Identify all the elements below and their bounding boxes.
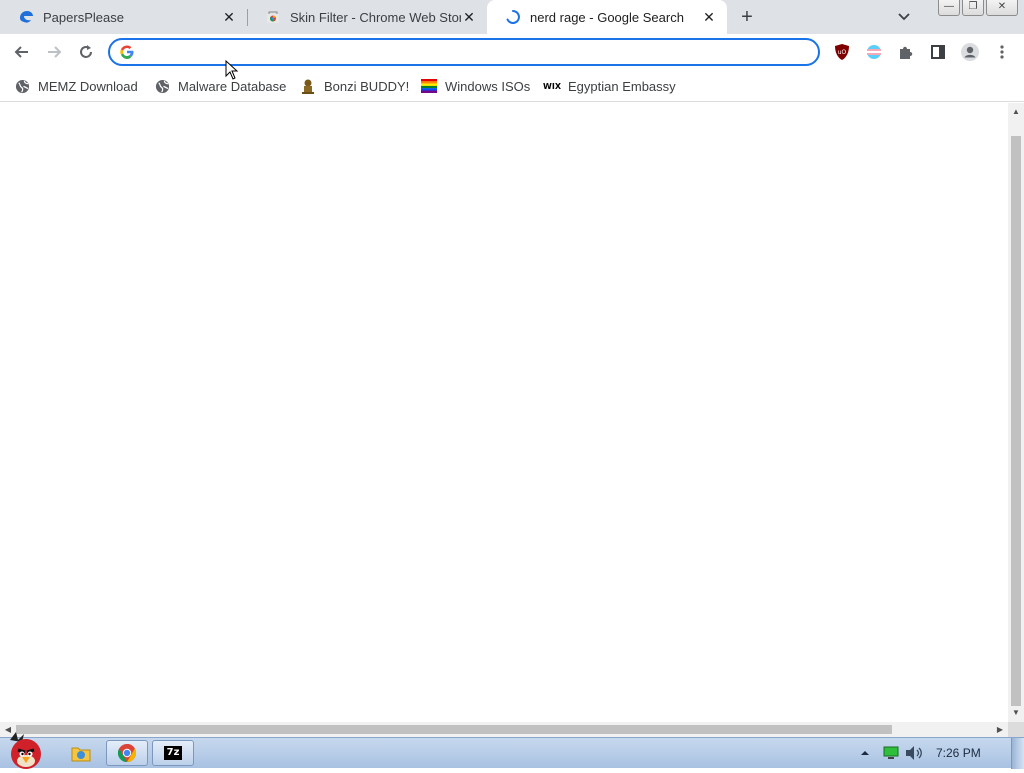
svg-text:uO: uO (838, 49, 847, 56)
horizontal-scrollbar[interactable]: ◀ ▶ (0, 722, 1008, 737)
show-hidden-icons-button[interactable] (860, 742, 870, 764)
wix-icon: WIX (543, 81, 561, 91)
bookmark-label: Windows ISOs (445, 78, 531, 94)
side-panel-icon (931, 45, 945, 59)
tab-skin-filter[interactable]: Skin Filter - Chrome Web Store ✕ (247, 0, 487, 34)
edge-like-icon (20, 11, 33, 23)
profile-avatar-icon (961, 43, 979, 61)
explorer-icon (71, 747, 91, 762)
scroll-up-arrow-icon[interactable]: ▲ (1008, 105, 1024, 119)
speaker-icon (906, 746, 922, 760)
address-bar[interactable] (108, 38, 820, 66)
google-g-icon (120, 45, 134, 59)
reload-icon (80, 45, 92, 58)
scrollbar-corner (1008, 722, 1024, 737)
forward-arrow-icon (48, 46, 62, 58)
vertical-scrollbar[interactable]: ▲ ▼ (1008, 103, 1024, 722)
minimize-button[interactable]: — (938, 0, 960, 16)
reload-button[interactable] (73, 39, 99, 65)
bookmark-malware-database[interactable]: Malware Database (154, 76, 286, 96)
globe-icon (14, 78, 30, 94)
angry-bird-start-icon (10, 732, 41, 769)
scroll-right-arrow-icon[interactable]: ▶ (992, 722, 1008, 737)
loading-spinner-icon (506, 10, 520, 24)
7zip-icon: 7z (164, 746, 182, 760)
close-tab-icon[interactable]: ✕ (461, 9, 477, 25)
bookmark-label: Malware Database (178, 78, 287, 94)
globe-icon (154, 78, 170, 94)
tab-nerd-rage[interactable]: nerd rage - Google Search ✕ (487, 0, 727, 34)
taskbar-clock[interactable]: 7:26 PM (936, 746, 981, 760)
chrome-menu-button[interactable] (989, 39, 1015, 65)
toolbar: uO (0, 34, 1024, 70)
omnibox-input[interactable] (144, 42, 804, 62)
mouse-cursor-icon (225, 60, 239, 80)
back-button[interactable] (9, 39, 35, 65)
bookmarks-bar: MEMZ Download Malware Database Bonzi BUD… (0, 70, 1024, 102)
page-content (0, 103, 1008, 722)
tab-title: nerd rage - Google Search (530, 9, 684, 25)
bonzi-icon (300, 78, 316, 94)
window-controls: — ❐ ✕ (938, 0, 1018, 16)
taskbar-chrome[interactable] (106, 740, 148, 766)
tab-strip: PapersPlease ✕ Skin Filter - Chrome Web … (0, 0, 1024, 34)
taskbar-explorer[interactable] (60, 740, 102, 766)
network-icon (883, 746, 899, 759)
restore-button[interactable]: ❐ (962, 0, 984, 16)
bookmark-memz-download[interactable]: MEMZ Download (14, 76, 138, 96)
vertical-scroll-thumb[interactable] (1011, 136, 1021, 706)
tab-title: Skin Filter - Chrome Web Store (290, 9, 461, 25)
profile-button[interactable] (957, 39, 983, 65)
puzzle-piece-icon (900, 46, 913, 59)
tab-search-chevron-icon[interactable] (894, 8, 914, 26)
start-button[interactable] (2, 730, 50, 770)
close-tab-icon[interactable]: ✕ (701, 9, 717, 25)
taskbar-7zip[interactable]: 7z (152, 740, 194, 766)
network-tray-icon-button[interactable] (882, 742, 900, 764)
tab-title: PapersPlease (43, 9, 124, 25)
volume-tray-button[interactable] (904, 742, 924, 764)
chrome-web-store-icon (267, 11, 279, 23)
bookmark-egyptian-embassy[interactable]: WIX Egyptian Embassy (543, 76, 676, 96)
extensions-menu-button[interactable] (893, 39, 919, 65)
rainbow-flag-icon (421, 78, 437, 94)
close-tab-icon[interactable]: ✕ (221, 9, 237, 25)
bookmark-label: Egyptian Embassy (568, 78, 676, 94)
trans-flag-extension-icon (867, 45, 881, 59)
forward-button[interactable] (41, 39, 67, 65)
new-tab-button[interactable]: + (735, 6, 759, 28)
ublock-origin-icon: uO (835, 44, 849, 60)
taskbar: 7z 7:26 PM (0, 732, 1024, 769)
close-window-button[interactable]: ✕ (986, 0, 1018, 16)
bookmark-bonzi-buddy[interactable]: Bonzi BUDDY! (300, 76, 409, 96)
side-panel-button[interactable] (925, 39, 951, 65)
bookmark-label: Bonzi BUDDY! (324, 78, 410, 94)
extension-button[interactable] (861, 39, 887, 65)
bookmark-windows-isos[interactable]: Windows ISOs (421, 76, 530, 96)
tab-papersplease[interactable]: PapersPlease ✕ (0, 0, 247, 34)
scroll-down-arrow-icon[interactable]: ▼ (1008, 706, 1024, 720)
show-desktop-button[interactable] (1011, 738, 1024, 769)
kebab-menu-icon (1000, 45, 1004, 59)
bookmark-label: MEMZ Download (38, 78, 138, 94)
tray-up-arrow-icon (861, 751, 869, 755)
chrome-icon (117, 744, 137, 762)
horizontal-scroll-thumb[interactable] (16, 725, 892, 734)
back-arrow-icon (14, 46, 28, 58)
ublock-extension-button[interactable]: uO (829, 39, 855, 65)
